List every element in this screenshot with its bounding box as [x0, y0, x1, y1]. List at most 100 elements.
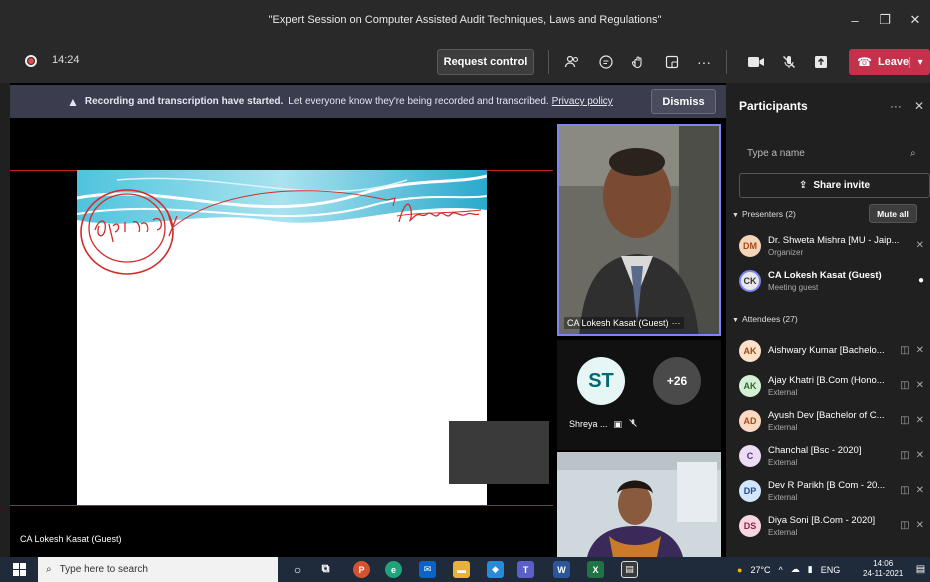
mic-on-icon: ● [917, 275, 924, 286]
powerpoint-icon[interactable]: P [353, 561, 370, 578]
participant-name: Dr. Shweta Mishra [MU - Jaip... [768, 235, 900, 246]
presenter-name: CA Lokesh Kasat (Guest) [20, 534, 122, 544]
participant-mini-tiles: ST +26 Shreya ... ▣ [557, 340, 721, 450]
participant-icons: ● [918, 275, 924, 286]
attendees-section-header[interactable]: ▼ Attendees (27) [732, 314, 798, 324]
mic-off-icon: ✕ [915, 345, 924, 356]
participant-icons: ◫ ✕ [900, 450, 924, 461]
cortana-icon[interactable]: ○ [289, 561, 306, 578]
store-icon[interactable]: ▤ [621, 561, 638, 578]
list-item[interactable]: DS Diya Soni [B.Com - 2020] External ◫ ✕ [739, 511, 930, 545]
list-item[interactable]: AK Ajay Khatri [B.Com (Hono... External … [739, 371, 930, 405]
teams-icon[interactable]: T [517, 561, 534, 578]
self-view-placeholder [449, 421, 549, 484]
taskbar-clock[interactable]: 14:06 24-11-2021 [863, 559, 903, 579]
windows-taskbar: ⌕ Type here to search ○ ⧉ P e ✉ ▬ ◆ T W … [0, 557, 930, 582]
privacy-policy-link[interactable]: Privacy policy [552, 96, 613, 107]
speaker-tile-label: CA Lokesh Kasat (Guest) ··· [564, 317, 684, 329]
list-item[interactable]: AK Aishwary Kumar [Bachelo... ◫ ✕ [739, 336, 930, 370]
participant-search-input[interactable]: Type a name [739, 141, 929, 165]
taskbar-search-input[interactable]: ⌕ Type here to search [38, 557, 278, 582]
people-icon[interactable] [560, 50, 584, 74]
search-icon[interactable]: ⌕ [910, 141, 916, 165]
chevron-up-icon[interactable]: ^ [779, 565, 783, 575]
participant-role: External [768, 458, 798, 467]
close-window-icon[interactable]: ✕ [900, 12, 930, 28]
participant-icons: ◫ ✕ [900, 485, 924, 496]
participant-name: Dev R Parikh [B Com - 20... [768, 480, 886, 491]
list-item[interactable]: DP Dev R Parikh [B Com - 20... External … [739, 476, 930, 510]
avatar[interactable]: ST [577, 357, 625, 405]
warning-icon: ▲ [67, 94, 79, 109]
slide-drawing [77, 170, 487, 275]
camera-off-icon: ◫ [900, 345, 910, 356]
recording-banner: ▲ Recording and transcription have start… [10, 85, 726, 118]
more-icon[interactable]: ··· [890, 99, 902, 113]
more-icon[interactable]: ··· [672, 318, 681, 328]
camera-off-icon: ◫ [900, 485, 910, 496]
participant-name: Aishwary Kumar [Bachelo... [768, 345, 885, 356]
mute-all-button[interactable]: Mute all [869, 204, 917, 223]
speaker-video-tile[interactable]: CA Lokesh Kasat (Guest) ··· [557, 124, 721, 336]
participant-video [557, 452, 721, 557]
mic-off-icon: ✕ [915, 485, 924, 496]
cloud-icon: ☁ [790, 564, 800, 574]
participants-panel: Participants ··· ✕ Type a name ⌕ ⇪ Share… [726, 83, 930, 557]
mail-icon[interactable]: ✉ [419, 561, 436, 578]
notification-icon[interactable]: ▤ [912, 561, 929, 578]
file-explorer-icon[interactable]: ▬ [453, 561, 470, 578]
share-invite-button[interactable]: ⇪ Share invite [739, 173, 930, 198]
leave-button[interactable]: ☎ Leave ▾ [849, 49, 930, 75]
weather-temp[interactable]: 27°C [750, 565, 770, 575]
rooms-icon[interactable] [660, 50, 684, 74]
word-icon[interactable]: W [553, 561, 570, 578]
window-controls: – ❐ ✕ [840, 0, 930, 40]
mic-tray-icon: ▮ [807, 564, 813, 574]
request-control-button[interactable]: Request control [437, 49, 534, 75]
list-item[interactable]: AD Ayush Dev [Bachelor of C... External … [739, 406, 930, 440]
avatar: CK [739, 270, 761, 292]
windows-start-icon[interactable] [13, 563, 26, 576]
participant-icons: ✕ [916, 240, 924, 251]
excel-icon[interactable]: X [587, 561, 604, 578]
meeting-timer: 14:24 [52, 54, 80, 66]
leave-label: Leave [877, 56, 910, 68]
edge-icon[interactable]: e [385, 561, 402, 578]
people-app-icon[interactable]: ◆ [487, 561, 504, 578]
more-icon[interactable]: ··· [692, 50, 716, 74]
camera-off-icon: ◫ [900, 450, 910, 461]
overflow-participants-button[interactable]: +26 [653, 357, 701, 405]
chevron-down-icon[interactable]: ▾ [909, 56, 930, 68]
close-icon[interactable]: ✕ [914, 99, 924, 113]
system-tray: ● 27°C ^ ☁ ▮ ENG [737, 557, 840, 582]
share-tray-icon[interactable] [809, 50, 833, 74]
dismiss-button[interactable]: Dismiss [651, 89, 716, 114]
mic-off-icon[interactable] [777, 50, 801, 74]
list-item[interactable]: DM Dr. Shweta Mishra [MU - Jaip... Organ… [739, 231, 930, 265]
window-title: "Expert Session on Computer Assisted Aud… [268, 14, 662, 26]
participant-role: Organizer [768, 248, 804, 257]
minimize-icon[interactable]: – [840, 13, 870, 28]
clock-time: 14:06 [873, 559, 894, 568]
camera-icon[interactable] [744, 50, 768, 74]
participant-role: External [768, 423, 798, 432]
banner-heading: Recording and transcription have started… [84, 96, 284, 107]
language-indicator[interactable]: ENG [821, 565, 841, 575]
list-item[interactable]: CK CA Lokesh Kasat (Guest) Meeting guest… [739, 266, 930, 300]
list-item[interactable]: C Chanchal [Bsc - 2020] External ◫ ✕ [739, 441, 930, 475]
mini-tile-name: Shreya ... [569, 419, 608, 429]
avatar: AD [739, 410, 761, 432]
toolbar-divider [548, 50, 549, 74]
speaker-video [559, 126, 719, 334]
maximize-icon[interactable]: ❐ [870, 12, 900, 28]
meeting-toolbar: 14:24 Request control ··· ☎ Leave ▾ [0, 40, 930, 83]
camera-off-icon: ◫ [900, 520, 910, 531]
raise-hand-icon[interactable] [626, 50, 650, 74]
chat-icon[interactable] [594, 50, 618, 74]
avatar: AK [739, 340, 761, 362]
presenters-section-header[interactable]: ▼ Presenters (2) [732, 209, 796, 219]
participant-name: Diya Soni [B.Com - 2020] [768, 515, 876, 526]
task-view-icon[interactable]: ⧉ [317, 561, 334, 578]
participant-name: Chanchal [Bsc - 2020] [768, 445, 862, 456]
participant-video-tile[interactable] [557, 452, 721, 557]
